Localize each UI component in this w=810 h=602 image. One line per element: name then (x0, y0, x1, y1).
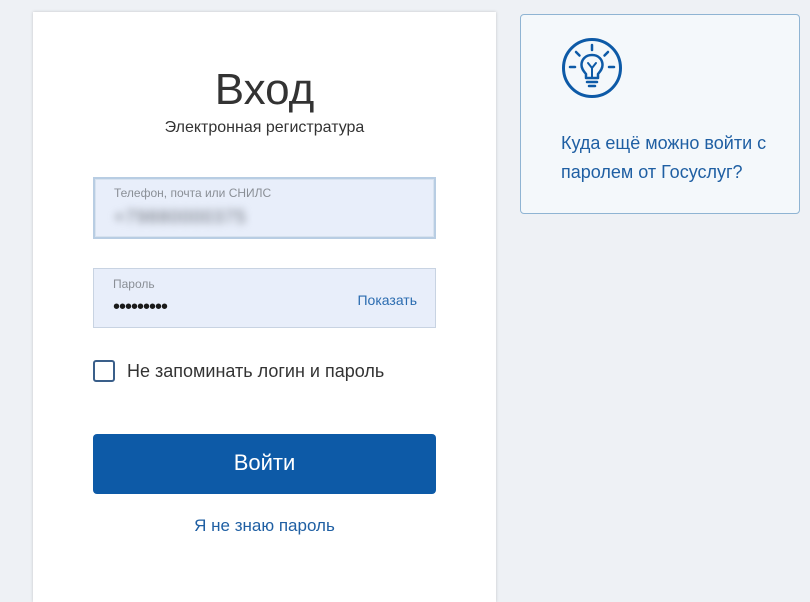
forgot-password-link[interactable]: Я не знаю пароль (33, 516, 496, 536)
login-card: Вход Электронная регистратура Телефон, п… (33, 12, 496, 602)
page-subtitle: Электронная регистратура (164, 119, 365, 136)
info-link[interactable]: Куда ещё можно войти с паролем от Госусл… (561, 129, 791, 187)
show-password-link[interactable]: Показать (357, 292, 417, 308)
login-field-label: Телефон, почта или СНИЛС (114, 186, 272, 200)
login-field-value[interactable]: +79880000375 (114, 205, 247, 229)
info-card: Куда ещё можно войти с паролем от Госусл… (520, 14, 800, 214)
password-field-label: Пароль (113, 277, 155, 291)
login-button[interactable]: Войти (93, 434, 436, 494)
password-field-value[interactable]: ••••••••• (113, 297, 168, 317)
remember-row[interactable]: Не запоминать логин и пароль (93, 358, 384, 384)
page-title: Вход (214, 65, 315, 114)
remember-checkbox[interactable] (93, 360, 115, 382)
lightbulb-icon (561, 37, 623, 99)
password-field[interactable]: Пароль ••••••••• Показать (93, 268, 436, 328)
login-field[interactable]: Телефон, почта или СНИЛС +79880000375 (93, 177, 436, 239)
remember-label[interactable]: Не запоминать логин и пароль (127, 360, 384, 382)
